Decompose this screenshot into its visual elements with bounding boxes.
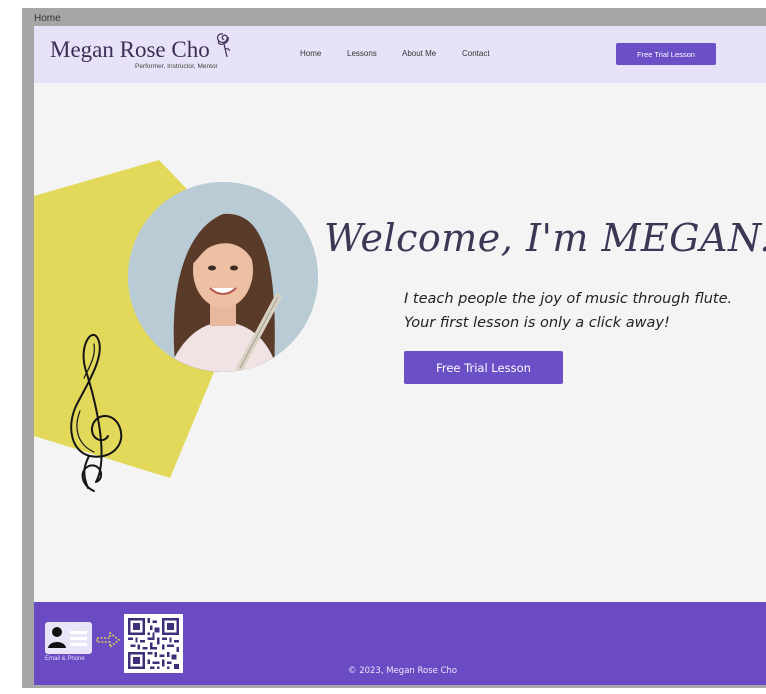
page: Megan Rose Cho Performer, Instructor, Me…	[34, 26, 766, 685]
rose-icon	[217, 33, 230, 58]
nav-contact[interactable]: Contact	[462, 49, 490, 58]
copyright: © 2023, Megan Rose Cho	[348, 666, 458, 676]
frame-label: Home	[34, 13, 61, 24]
qr-code-icon[interactable]	[124, 614, 183, 673]
site-header: Megan Rose Cho Performer, Instructor, Me…	[34, 26, 766, 83]
contact-card-icon[interactable]	[45, 622, 92, 654]
portrait-photo	[128, 182, 318, 372]
nav-about-me[interactable]: About Me	[402, 49, 436, 58]
hero-heading: Welcome, I'm MEGAN.	[324, 216, 766, 260]
nav-lessons[interactable]: Lessons	[347, 49, 377, 58]
nav-home[interactable]: Home	[300, 49, 321, 58]
header-free-trial-button[interactable]: Free Trial Lesson	[616, 43, 716, 65]
arrow-icon	[96, 632, 120, 648]
brand-tagline: Performer, Instructor, Mentor	[135, 63, 218, 70]
hero-tagline-line1: I teach people the joy of music through …	[404, 291, 733, 307]
hero-tagline: I teach people the joy of music through …	[404, 287, 732, 335]
hero-tagline-line2: Your first lesson is only a click away!	[404, 315, 670, 331]
brand-name[interactable]: Megan Rose Cho	[50, 37, 210, 63]
contact-caption: Email & Phone	[45, 656, 85, 662]
hero-free-trial-button[interactable]: Free Trial Lesson	[404, 351, 563, 384]
site-footer: Email & Phone © 2023, Megan Rose Cho	[34, 602, 766, 685]
